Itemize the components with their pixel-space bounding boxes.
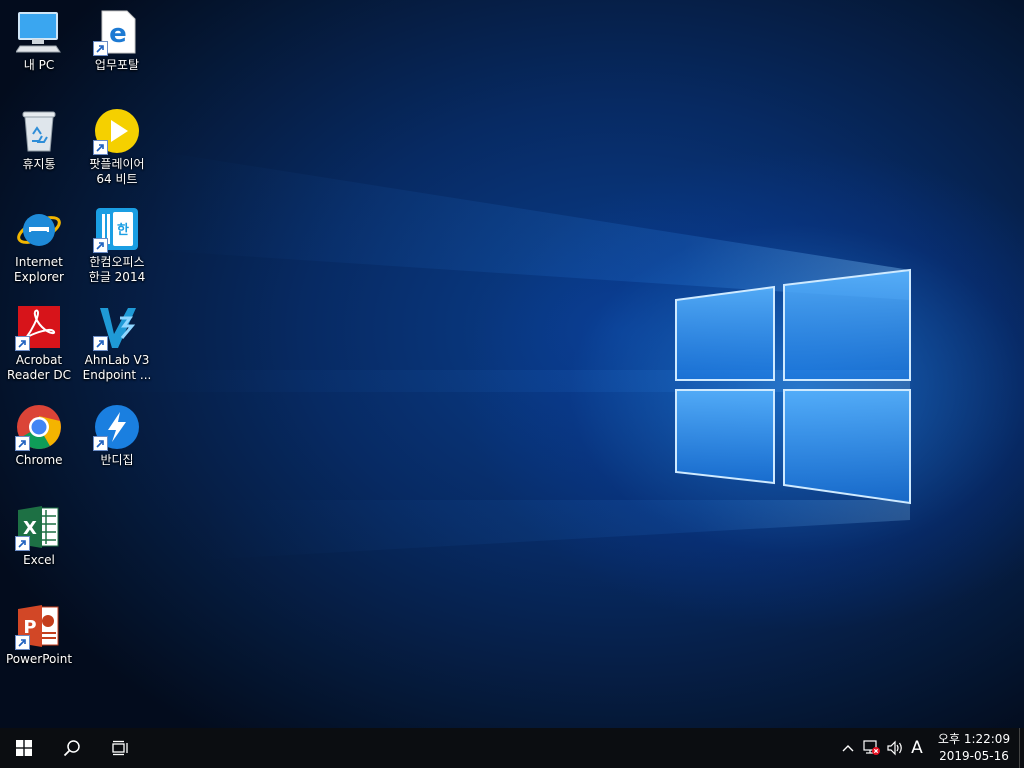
search-button[interactable] — [48, 728, 96, 768]
bandizip-icon — [93, 403, 141, 451]
desktop-icon-label: Chrome — [15, 453, 63, 467]
desktop-icon-label: 휴지통 — [22, 157, 56, 171]
shortcut-arrow-icon — [93, 140, 108, 155]
shortcut-arrow-icon — [93, 436, 108, 451]
this-pc-icon — [15, 8, 63, 56]
desktop-icon-label: PowerPoint — [5, 652, 73, 666]
desktop-icon-bandizip[interactable]: 반디집 — [79, 403, 155, 468]
excel-icon: X — [15, 503, 63, 551]
input-method-button[interactable]: A — [906, 728, 928, 768]
acrobat-reader-icon — [15, 303, 63, 351]
clock[interactable]: 오후 1:22:09 2019-05-16 — [930, 728, 1018, 768]
desktop-icon-excel[interactable]: X Excel — [1, 503, 77, 568]
desktop-icon-label: 내 PC — [23, 58, 55, 72]
desktop-icon-portal[interactable]: e 업무포탈 — [79, 8, 155, 73]
volume-tray-button[interactable] — [884, 728, 906, 768]
network-tray-button[interactable] — [860, 728, 884, 768]
taskbar: A 오후 1:22:09 2019-05-16 — [0, 728, 1024, 768]
desktop-icon-label: AhnLab V3 Endpoint ... — [82, 353, 152, 382]
shortcut-arrow-icon — [93, 41, 108, 56]
search-icon — [63, 740, 80, 757]
svg-text:한: 한 — [117, 222, 129, 238]
desktop-icon-label: 반디집 — [100, 453, 134, 467]
desktop[interactable]: 내 PC e 업무포탈 휴지통 팟플레이어 64 비트 Internet Exp… — [0, 0, 1024, 728]
desktop-icon-chrome[interactable]: Chrome — [1, 403, 77, 468]
desktop-icon-label: 팟플레이어 64 비트 — [89, 157, 145, 186]
desktop-icon-potplayer[interactable]: 팟플레이어 64 비트 — [79, 107, 155, 187]
shortcut-arrow-icon — [15, 635, 30, 650]
clock-time: 오후 1:22:09 — [937, 732, 1011, 746]
svg-text:e: e — [109, 19, 127, 49]
shortcut-arrow-icon — [15, 436, 30, 451]
recycle-bin-icon — [15, 107, 63, 155]
task-view-button[interactable] — [96, 728, 144, 768]
clock-date: 2019-05-16 — [939, 749, 1009, 763]
desktop-icon-internet-explorer[interactable]: Internet Explorer — [1, 205, 77, 285]
start-button[interactable] — [0, 728, 48, 768]
desktop-icon-label: 업무포탈 — [94, 58, 140, 72]
desktop-icon-hancom-office[interactable]: 한 한컴오피스 한글 2014 — [79, 205, 155, 285]
windows-logo-wallpaper — [675, 268, 911, 505]
desktop-icon-label: Excel — [23, 553, 55, 567]
internet-explorer-icon — [15, 205, 63, 253]
chevron-up-icon — [842, 745, 854, 752]
chrome-icon — [15, 403, 63, 451]
shortcut-arrow-icon — [93, 336, 108, 351]
windows-start-icon — [16, 740, 32, 756]
hancom-office-icon: 한 — [93, 205, 141, 253]
shortcut-arrow-icon — [93, 238, 108, 253]
desktop-icon-ahnlab-v3[interactable]: AhnLab V3 Endpoint ... — [79, 303, 155, 383]
potplayer-icon — [93, 107, 141, 155]
desktop-icon-label: Acrobat Reader DC — [7, 353, 71, 382]
network-disconnected-icon — [863, 740, 880, 755]
desktop-icon-this-pc[interactable]: 내 PC — [1, 8, 77, 73]
edge-file-icon: e — [93, 8, 141, 56]
shortcut-arrow-icon — [15, 336, 30, 351]
show-desktop-button[interactable] — [1019, 728, 1024, 768]
show-hidden-icons-button[interactable] — [838, 728, 858, 768]
task-view-icon — [112, 740, 128, 756]
shortcut-arrow-icon — [15, 536, 30, 551]
desktop-icon-label: 한컴오피스 한글 2014 — [88, 255, 146, 284]
powerpoint-icon: P — [15, 602, 63, 650]
desktop-icon-powerpoint[interactable]: P PowerPoint — [1, 602, 77, 667]
desktop-icon-recycle-bin[interactable]: 휴지통 — [1, 107, 77, 172]
desktop-icon-acrobat-reader[interactable]: Acrobat Reader DC — [1, 303, 77, 383]
speaker-icon — [887, 740, 902, 756]
desktop-icon-label: Internet Explorer — [14, 255, 64, 284]
ahnlab-v3-icon — [93, 303, 141, 351]
